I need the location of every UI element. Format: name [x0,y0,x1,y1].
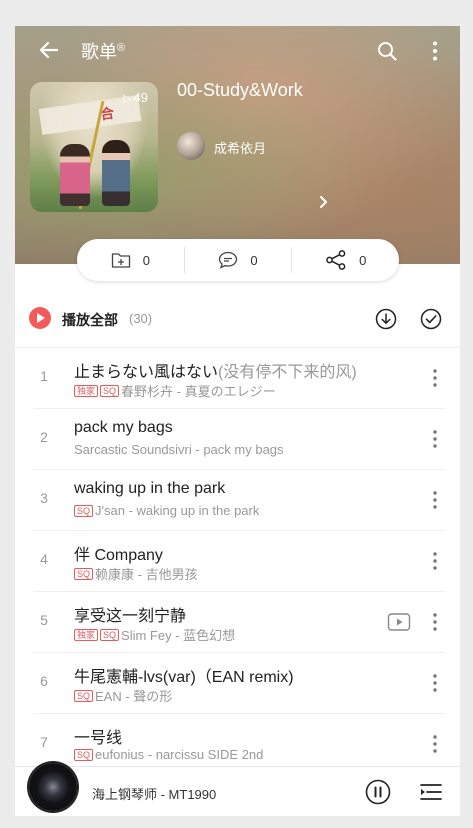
song-index: 2 [40,429,48,445]
song-row[interactable]: 4 伴 Company SQ 赖康康 - 吉他男孩 [33,531,445,592]
share-count: 0 [359,252,367,268]
mv-video-icon[interactable] [387,612,411,632]
quality-tag: SQ [100,628,120,641]
song-row[interactable]: 6 牛尾憲輔-lvs(var)（EAN remix) SQ EAN - 聲の形 [33,653,445,714]
song-row[interactable]: 2 pack my bags Sarcastic Soundsivri - pa… [33,409,445,470]
play-all-label[interactable]: 播放全部 [62,310,118,330]
artist-album: Sarcastic Soundsivri - pack my bags [74,442,284,457]
more-vertical-icon[interactable] [425,672,445,694]
more-vertical-icon[interactable] [425,428,445,450]
page-title-mark: ® [117,42,126,54]
more-vertical-icon[interactable] [425,611,445,633]
quality-tag: 独家 [74,384,99,397]
artist-album: Slim Fey - 蓝色幻想 [121,628,236,643]
artist-album: eufonius - narcissu SIDE 2nd [95,747,264,762]
song-row[interactable]: 3 waking up in the park SQ J'san - waking… [33,470,445,531]
play-count: ▷ 49 [123,90,148,105]
multi-select-icon[interactable] [420,308,442,330]
share-button[interactable]: 0 [291,247,399,273]
song-index: 6 [40,673,48,689]
search-icon[interactable] [375,39,399,63]
more-vertical-icon[interactable] [425,367,445,389]
now-playing-text[interactable]: 海上钢琴师 - MT1990 [92,784,216,803]
song-subtitle: SQ 赖康康 - 吉他男孩 [74,564,198,583]
playlist-header: 歌单® 合 ▷ 49 00-Study&Work 成希依月 [15,26,460,264]
song-row[interactable]: 5 享受这一刻宁静 独家 SQ Slim Fey - 蓝色幻想 [33,592,445,653]
mini-player: 海上钢琴师 - MT1990 [15,763,460,816]
share-icon [326,250,346,270]
song-row[interactable]: 1 止まらない風はない(没有停不下来的风) 独家 SQ 春野杉卉 - 真夏のエレジー [33,348,445,409]
chevron-right-icon[interactable] [315,194,331,210]
song-alias: (没有停不下来的风) [218,364,357,381]
quality-tag: SQ [100,384,120,397]
play-count-icon: ▷ [123,93,132,105]
comment-button[interactable]: 0 [183,247,292,273]
playlist-name: 00-Study&Work [177,80,303,100]
creator-avatar[interactable] [177,132,205,160]
song-index: 4 [40,551,48,567]
more-vertical-icon[interactable] [425,550,445,572]
song-index: 1 [40,368,48,384]
play-all-icon[interactable] [29,307,51,329]
song-index: 3 [40,490,48,506]
quality-tag: SQ [74,689,94,702]
song-subtitle: 独家 SQ Slim Fey - 蓝色幻想 [74,625,235,644]
action-bar: 0 0 0 [77,239,399,281]
app-frame: 歌单® 合 ▷ 49 00-Study&Work 成希依月 0 0 0 播放全部… [15,26,460,816]
download-icon[interactable] [375,308,397,330]
back-arrow-icon[interactable] [37,38,61,62]
song-title: 止まらない風はない(没有停不下来的风) [74,364,357,381]
playlist-cover[interactable]: 合 ▷ 49 [30,82,158,212]
more-vertical-icon[interactable] [425,489,445,511]
song-title: 享受这一刻宁静 [74,608,187,625]
quality-tag: 独家 [74,628,99,641]
artist-album: J'san - waking up in the park [95,503,260,518]
song-index: 5 [40,612,48,628]
song-title: 一号线 [74,730,123,747]
comment-count: 0 [250,252,258,268]
now-playing-disc[interactable] [29,763,77,811]
song-title: pack my bags [74,419,173,436]
more-vertical-icon[interactable] [423,39,447,63]
quality-tag: SQ [74,567,94,580]
top-bar: 歌单® [15,26,460,76]
song-title: 伴 Company [74,547,163,564]
song-subtitle: Sarcastic Soundsivri - pack my bags [74,442,284,457]
cover-figure-art [60,144,90,206]
song-list: 1 止まらない風はない(没有停不下来的风) 独家 SQ 春野杉卉 - 真夏のエレジー… [15,348,460,775]
pause-icon[interactable] [365,779,391,805]
page-title: 歌单® [81,42,126,62]
comment-icon [219,251,238,269]
artist-album: 春野杉卉 - 真夏のエレジー [121,384,276,399]
add-count: 0 [142,252,150,268]
add-to-folder-button[interactable]: 0 [77,247,184,273]
playlist-queue-icon[interactable] [419,780,443,804]
song-index: 7 [40,734,48,750]
quality-tag: SQ [74,504,94,517]
more-vertical-icon[interactable] [425,733,445,755]
song-subtitle: SQ EAN - 聲の形 [74,686,172,705]
song-title: 牛尾憲輔-lvs(var)（EAN remix) [74,669,294,686]
song-subtitle: 独家 SQ 春野杉卉 - 真夏のエレジー [74,381,276,400]
cover-figure-art [102,140,130,206]
song-count: (30) [129,311,153,326]
creator-name[interactable]: 成希依月 [214,138,266,157]
artist-album: EAN - 聲の形 [95,689,173,704]
song-subtitle: SQ eufonius - narcissu SIDE 2nd [74,747,263,762]
quality-tag: SQ [74,748,94,761]
song-subtitle: SQ J'san - waking up in the park [74,503,259,518]
artist-album: 赖康康 - 吉他男孩 [95,567,198,582]
folder-add-icon [111,253,130,268]
play-all-bar: 播放全部 (30) [15,298,460,344]
song-title: waking up in the park [74,480,226,497]
